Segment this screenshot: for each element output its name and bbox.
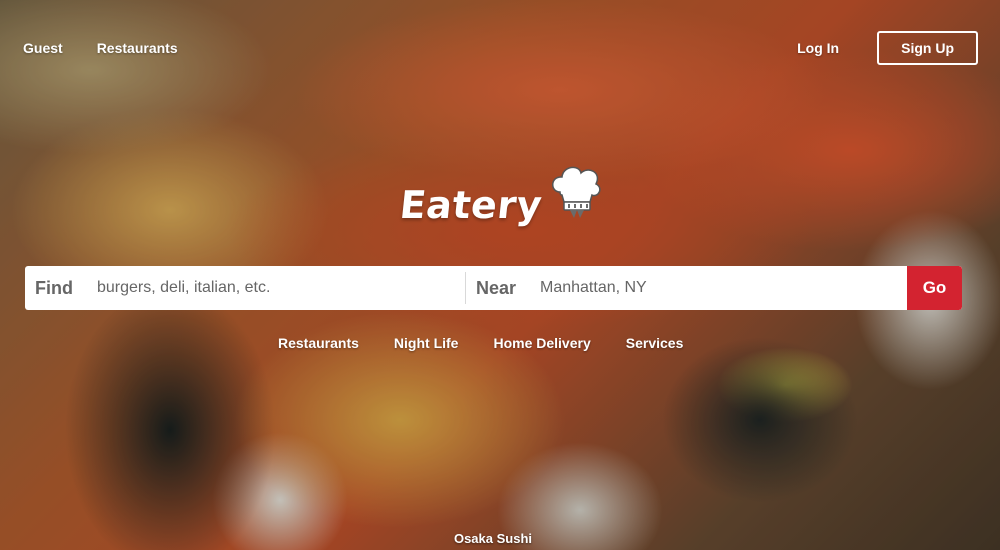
category-night-life[interactable]: Night Life <box>394 335 459 351</box>
nav-link-restaurants[interactable]: Restaurants <box>97 40 178 56</box>
near-label: Near <box>476 277 517 298</box>
signup-button[interactable]: Sign Up <box>877 31 978 65</box>
category-links: Restaurants Night Life Home Delivery Ser… <box>278 335 683 351</box>
brand-name: Eatery <box>397 183 545 227</box>
photo-caption[interactable]: Osaka Sushi <box>0 531 986 546</box>
category-home-delivery[interactable]: Home Delivery <box>493 335 590 351</box>
category-restaurants[interactable]: Restaurants <box>278 335 359 351</box>
nav-link-guest[interactable]: Guest <box>23 40 63 56</box>
login-link[interactable]: Log In <box>797 40 839 56</box>
go-button[interactable]: Go <box>907 266 962 310</box>
find-segment: Find <box>25 266 465 310</box>
top-nav-left: Guest Restaurants <box>23 40 178 56</box>
chef-hat-icon <box>546 162 606 227</box>
find-label: Find <box>35 277 73 298</box>
category-services[interactable]: Services <box>626 335 684 351</box>
near-segment: Near <box>465 272 907 304</box>
top-nav-right: Log In Sign Up <box>797 31 978 65</box>
search-bar: Find Near Go <box>25 266 962 310</box>
brand-logo[interactable]: Eatery <box>397 162 606 227</box>
near-input[interactable] <box>538 278 842 298</box>
find-input[interactable] <box>95 278 399 298</box>
